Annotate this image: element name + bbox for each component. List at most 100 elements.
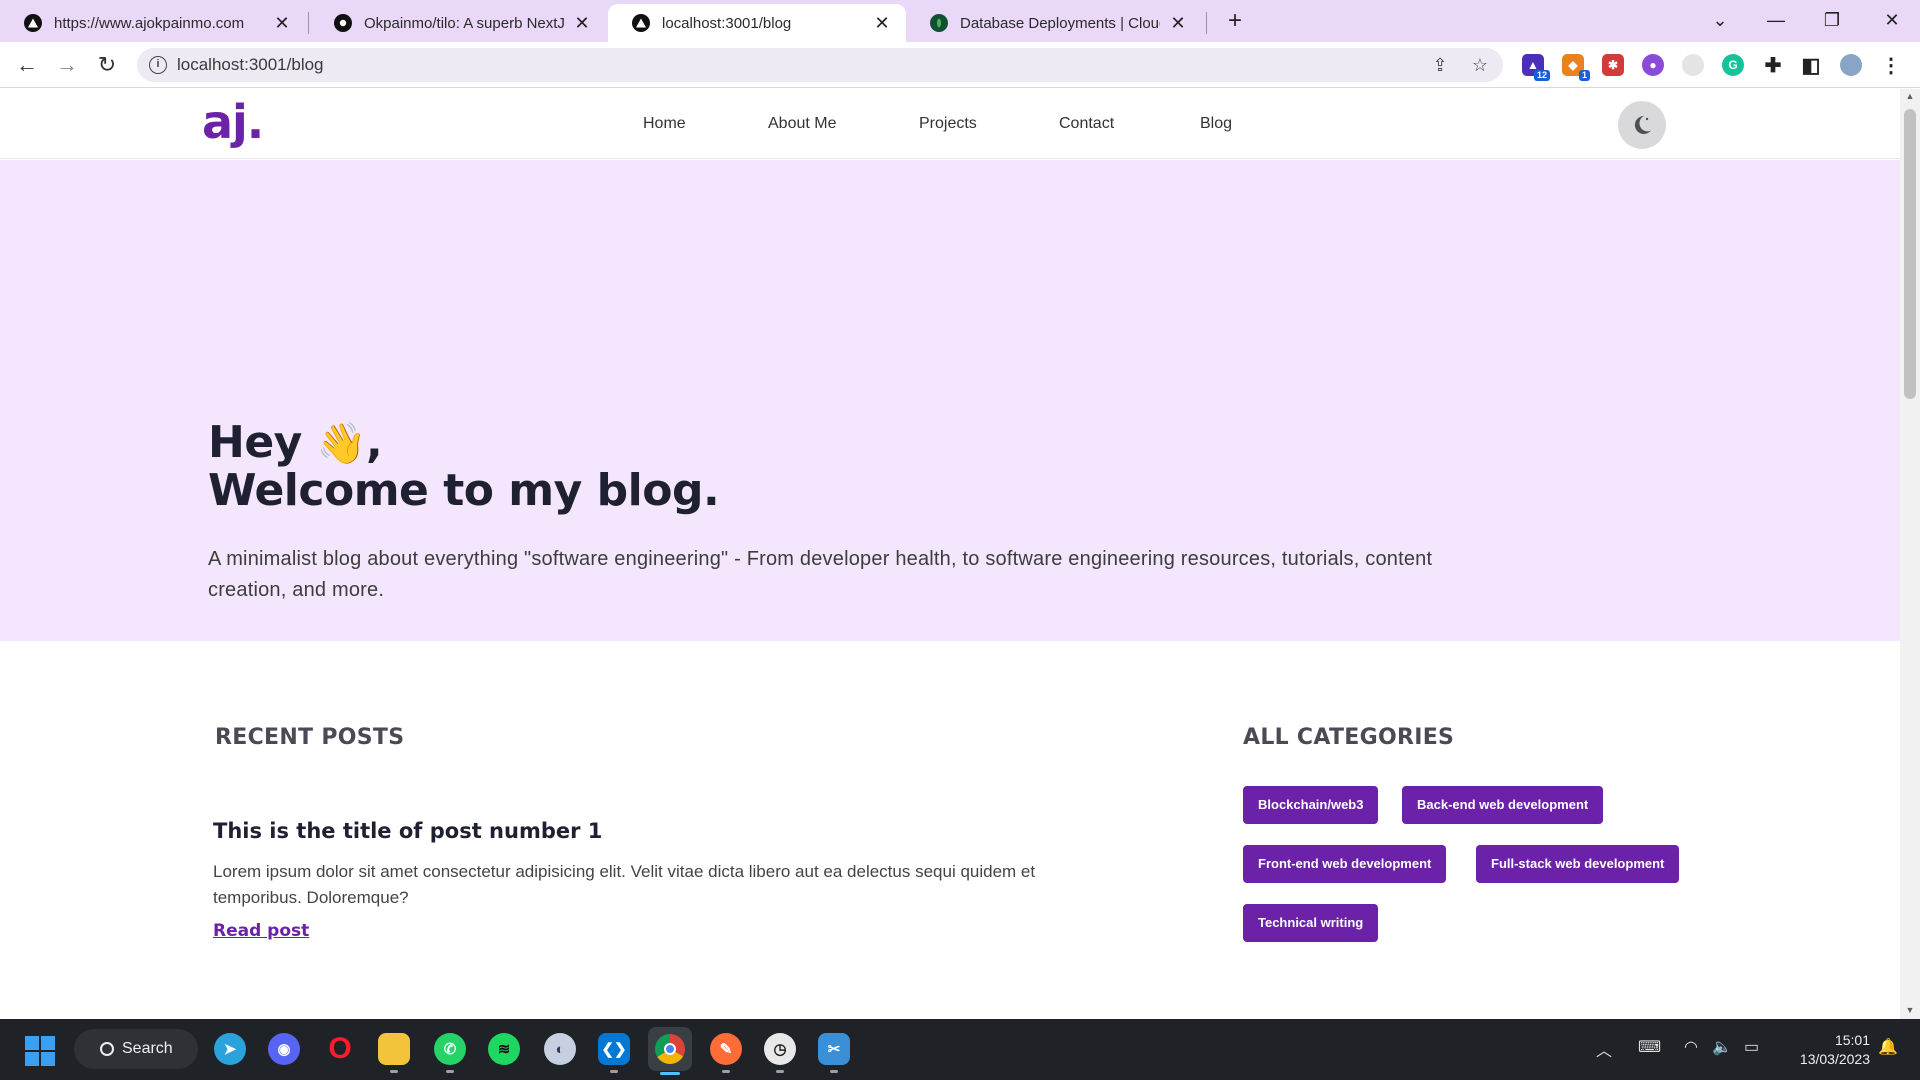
chrome-icon[interactable] — [648, 1027, 692, 1075]
theme-toggle-button[interactable] — [1618, 101, 1666, 149]
side-panel-icon[interactable]: ◧ — [1800, 54, 1822, 77]
app-running-indicator — [610, 1070, 618, 1073]
browser-tab[interactable]: Okpainmo/tilo: A superb NextJS ✕ — [310, 4, 606, 42]
read-post-link[interactable]: Read post — [213, 921, 309, 941]
file-explorer-icon[interactable] — [378, 1033, 410, 1073]
nav-about-me[interactable]: About Me — [768, 115, 836, 133]
hero-description: A minimalist blog about everything "soft… — [208, 548, 1433, 601]
app-running-indicator — [776, 1070, 784, 1073]
close-tab-icon[interactable]: ✕ — [572, 13, 592, 33]
extension-badge: 1 — [1578, 70, 1590, 81]
reload-icon[interactable]: ↻ — [92, 50, 122, 80]
browser-tab-active[interactable]: localhost:3001/blog ✕ — [608, 4, 906, 42]
extension-badge: 12 — [1533, 70, 1550, 81]
post-title[interactable]: This is the title of post number 1 — [213, 819, 602, 843]
windows-start-icon[interactable] — [25, 1036, 55, 1066]
forward-arrow-icon[interactable]: → — [52, 50, 82, 80]
hero-headline: Welcome to my blog. — [208, 465, 720, 516]
profile-avatar[interactable] — [1840, 54, 1862, 76]
hero-greeting-text: Hey — [208, 417, 302, 468]
spotify-icon[interactable]: ≋ — [488, 1033, 520, 1065]
vercel-triangle-icon — [24, 14, 42, 32]
vpn-globe-icon[interactable]: ◐ — [544, 1033, 576, 1065]
share-icon[interactable]: ⇪ — [1429, 54, 1451, 76]
scroll-down-arrow-icon[interactable]: ▼ — [1904, 1005, 1916, 1017]
scrollbar-thumb[interactable] — [1904, 109, 1916, 399]
site-info-icon[interactable]: i — [149, 56, 167, 74]
wifi-icon[interactable]: ◠ — [1684, 1037, 1698, 1057]
close-tab-icon[interactable]: ✕ — [272, 13, 292, 33]
grammarly-icon[interactable]: G — [1722, 54, 1744, 76]
notification-bell-icon[interactable]: 🔔 — [1878, 1037, 1898, 1057]
app-running-indicator — [390, 1070, 398, 1073]
hero-greeting: Hey 👋, — [208, 417, 383, 469]
tab-title: localhost:3001/blog — [662, 14, 792, 32]
nav-contact[interactable]: Contact — [1059, 115, 1114, 133]
moon-icon — [1634, 115, 1651, 134]
new-tab-button[interactable]: + — [1222, 8, 1248, 34]
tray-overflow-chevron-icon[interactable]: ︿ — [1596, 1037, 1612, 1061]
search-icon — [100, 1042, 114, 1056]
recent-posts-heading: RECENT POSTS — [215, 725, 405, 750]
tab-title: Database Deployments | Cloud: M — [960, 14, 1160, 32]
close-tab-icon[interactable]: ✕ — [872, 13, 892, 33]
system-clock[interactable]: 15:01 13/03/2023 — [1778, 1031, 1870, 1069]
all-categories-heading: ALL CATEGORIES — [1243, 725, 1455, 750]
restore-button[interactable]: ❐ — [1812, 4, 1852, 36]
address-url[interactable]: localhost:3001/blog — [177, 55, 324, 75]
clock-date: 13/03/2023 — [1799, 1051, 1870, 1067]
vscode-icon[interactable]: ❮❯ — [598, 1033, 630, 1073]
site-logo[interactable]: aj. — [202, 95, 264, 149]
vercel-triangle-icon — [632, 14, 650, 32]
back-arrow-icon[interactable]: ← — [12, 50, 42, 80]
color-picker-icon[interactable]: ● — [1642, 54, 1664, 76]
app-running-indicator — [722, 1070, 730, 1073]
browser-tab-strip: https://www.ajokpainmo.com ✕ Okpainmo/ti… — [0, 0, 1920, 42]
app-active-indicator — [660, 1072, 680, 1075]
category-tag-blockchain[interactable]: Blockchain/web3 — [1243, 786, 1379, 824]
category-tag-fullstack[interactable]: Full-stack web development — [1476, 845, 1680, 883]
tab-title: https://www.ajokpainmo.com — [54, 14, 245, 32]
page-viewport: aj. Home About Me Projects Contact Blog … — [0, 89, 1900, 1019]
minimize-button[interactable]: — — [1756, 4, 1796, 36]
mongodb-leaf-icon — [930, 14, 948, 32]
discord-icon[interactable]: ◉ — [268, 1033, 300, 1065]
category-tag-backend[interactable]: Back-end web development — [1402, 786, 1604, 824]
browser-menu-kebab-icon[interactable]: ⋮ — [1880, 54, 1902, 77]
extension-icon[interactable] — [1682, 54, 1704, 76]
opera-icon[interactable]: O — [324, 1032, 356, 1065]
close-tab-icon[interactable]: ✕ — [1168, 13, 1188, 33]
nav-projects[interactable]: Projects — [919, 115, 977, 133]
postman-icon[interactable]: ✎ — [710, 1033, 742, 1073]
tab-separator — [1206, 12, 1207, 34]
extension-icon[interactable]: ✱ — [1602, 54, 1624, 76]
snipping-tool-icon[interactable]: ✂ — [818, 1033, 850, 1073]
metamask-fox-icon[interactable]: ◆ 1 — [1562, 54, 1590, 81]
taskbar-search-button[interactable]: Search — [74, 1029, 198, 1069]
category-tag-technical-writing[interactable]: Technical writing — [1243, 904, 1379, 942]
nav-home[interactable]: Home — [643, 115, 686, 133]
clock-app-icon[interactable]: ◷ — [764, 1033, 796, 1073]
address-bar[interactable]: i localhost:3001/blog ⇪ ☆ — [137, 48, 1503, 82]
scroll-up-arrow-icon[interactable]: ▲ — [1904, 91, 1916, 103]
tab-search-chevron-icon[interactable]: ⌄ — [1700, 4, 1740, 36]
hero-section: Hey 👋, Welcome to my blog. A minimalist … — [0, 160, 1900, 641]
tab-title: Okpainmo/tilo: A superb NextJS — [364, 14, 564, 32]
battery-icon[interactable]: ▭ — [1744, 1037, 1759, 1057]
extension-icon[interactable]: ▲ 12 — [1522, 54, 1550, 81]
nav-blog[interactable]: Blog — [1200, 115, 1232, 133]
volume-icon[interactable]: 🔈 — [1712, 1037, 1732, 1057]
close-window-button[interactable]: ✕ — [1872, 4, 1912, 36]
waving-hand-emoji: 👋 — [316, 421, 367, 467]
hero-greeting-comma: , — [366, 417, 383, 468]
telegram-icon[interactable]: ➤ — [214, 1033, 246, 1065]
browser-tab[interactable]: https://www.ajokpainmo.com ✕ — [0, 4, 306, 42]
browser-toolbar: ← → ↻ i localhost:3001/blog ⇪ ☆ ▲ 12 ◆ 1 ✱… — [0, 42, 1920, 88]
browser-tab[interactable]: Database Deployments | Cloud: M ✕ — [906, 4, 1202, 42]
extensions-puzzle-icon[interactable]: ✚ — [1762, 54, 1784, 77]
keyboard-icon[interactable]: ⌨ — [1638, 1037, 1661, 1057]
category-tag-frontend[interactable]: Front-end web development — [1243, 845, 1447, 883]
bookmark-star-icon[interactable]: ☆ — [1469, 54, 1491, 76]
page-scrollbar[interactable]: ▲ ▼ — [1900, 89, 1920, 1019]
whatsapp-icon[interactable]: ✆ — [434, 1033, 466, 1073]
